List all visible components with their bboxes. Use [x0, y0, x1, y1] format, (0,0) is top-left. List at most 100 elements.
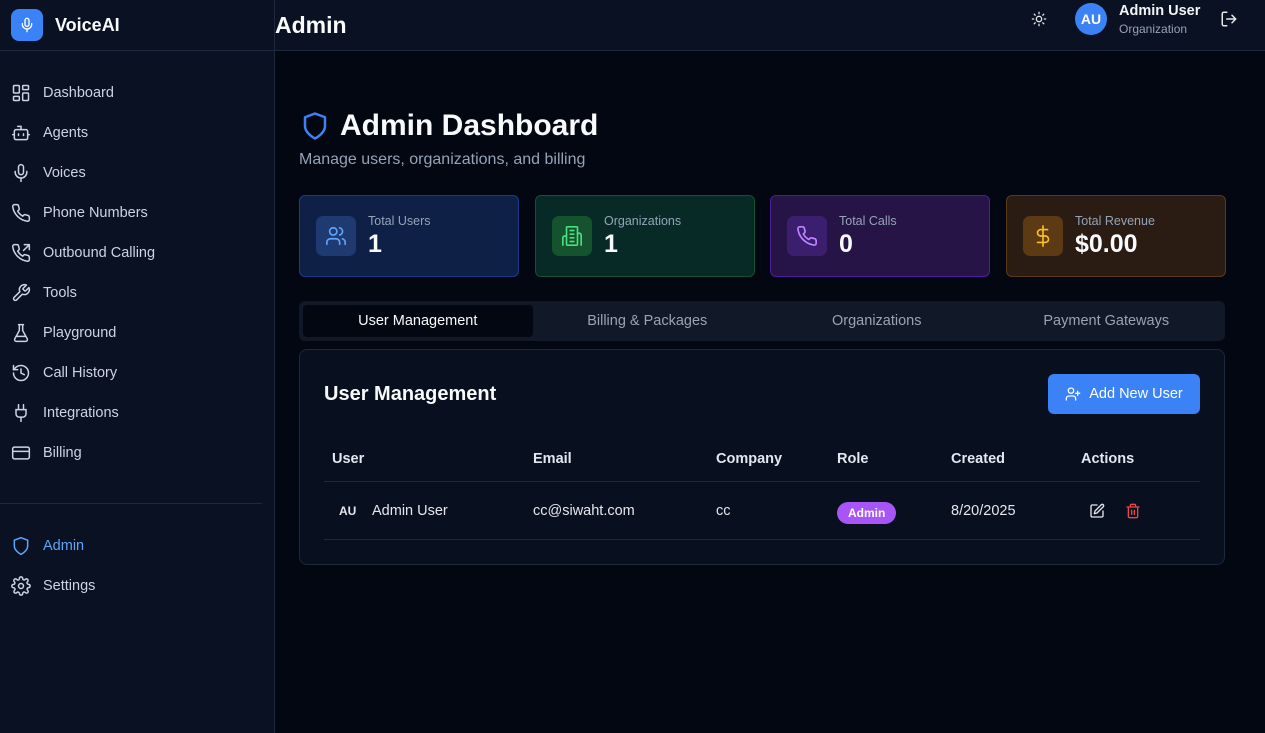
phone-icon [12, 203, 31, 222]
mic-icon [11, 9, 43, 41]
user-plus-icon [1065, 387, 1081, 401]
page-header: Admin Dashboard [300, 109, 598, 143]
sidebar-item-voices[interactable]: Voices [0, 153, 274, 193]
logout-icon [1221, 11, 1237, 27]
gear-icon [11, 576, 31, 596]
sidebar-bottom-nav: Admin Settings [0, 526, 274, 606]
table-row: AU Admin User cc@siwaht.com cc Admin 8/2… [324, 483, 1200, 540]
flask-icon [13, 323, 29, 343]
table-header: User Email Company Role Created Actions [324, 438, 1200, 482]
company-cell: cc [716, 503, 731, 519]
sidebar-item-dashboard[interactable]: Dashboard [0, 73, 274, 113]
add-user-label: Add New User [1089, 386, 1183, 402]
stat-value: 0 [839, 229, 853, 258]
sidebar-item-label: Voices [43, 165, 86, 181]
created-cell: 8/20/2025 [951, 503, 1016, 519]
sidebar-item-label: Phone Numbers [43, 205, 148, 221]
column-header-role: Role [837, 451, 869, 467]
theme-toggle-button[interactable] [1029, 9, 1049, 29]
building-icon [552, 216, 592, 256]
brand-name: VoiceAI [55, 14, 120, 35]
sidebar-item-outbound-calling[interactable]: Outbound Calling [0, 233, 274, 273]
user-org: Organization [1119, 22, 1188, 36]
tab-organizations[interactable]: Organizations [762, 305, 992, 337]
sidebar-item-phone-numbers[interactable]: Phone Numbers [0, 193, 274, 233]
email-cell: cc@siwaht.com [533, 503, 635, 519]
page-subtitle: Manage users, organizations, and billing [299, 151, 586, 168]
sidebar-item-label: Outbound Calling [43, 245, 156, 261]
phone-icon [787, 216, 827, 256]
column-header-actions: Actions [1081, 451, 1135, 467]
dollar-icon [1023, 216, 1063, 256]
topbar: Admin AU Admin User Organization [275, 0, 1265, 51]
sidebar-item-label: Agents [43, 125, 89, 141]
sidebar-item-label: Settings [43, 578, 96, 594]
stat-label: Total Users [368, 213, 431, 228]
tab-user-management[interactable]: User Management [303, 305, 533, 337]
sidebar-divider [0, 503, 262, 504]
stat-card-total-revenue: Total Revenue $0.00 [1006, 195, 1226, 277]
edit-icon [1090, 503, 1105, 518]
bot-icon [11, 125, 31, 141]
sidebar-item-label: Call History [43, 365, 118, 381]
card-title: User Management [324, 383, 497, 405]
column-header-company: Company [716, 451, 783, 467]
column-header-user: User [332, 451, 365, 467]
sidebar-item-label: Tools [43, 285, 77, 301]
plug-icon [15, 403, 27, 423]
avatar[interactable]: AU [1075, 3, 1107, 35]
user-name: Admin User [1119, 3, 1201, 19]
user-name-cell: Admin User [372, 503, 448, 519]
main-content: Admin Dashboard Manage users, organizati… [275, 51, 1265, 733]
stat-label: Total Calls [839, 213, 897, 228]
stat-card-organizations: Organizations 1 [535, 195, 755, 277]
sidebar-item-tools[interactable]: Tools [0, 273, 274, 313]
sidebar-item-call-history[interactable]: Call History [0, 353, 274, 393]
role-badge: Admin [837, 502, 897, 524]
sidebar-item-label: Billing [43, 445, 82, 461]
sidebar-nav: Dashboard Agents Voices Phone Numbers Ou… [0, 73, 274, 473]
sidebar-item-admin[interactable]: Admin [0, 526, 274, 566]
sun-icon [1031, 11, 1047, 27]
shield-icon [303, 112, 327, 140]
sidebar-item-label: Admin [43, 538, 85, 554]
sidebar-item-settings[interactable]: Settings [0, 566, 274, 606]
sidebar-item-billing[interactable]: Billing [0, 433, 274, 473]
avatar: AU [339, 504, 357, 518]
app-root: VoiceAI Dashboard Agents Voices Phone Nu… [0, 0, 1265, 733]
stat-label: Organizations [604, 213, 682, 228]
edit-user-button[interactable] [1089, 503, 1105, 519]
topbar-title: Admin [275, 11, 347, 38]
phone-outgoing-icon [12, 243, 31, 262]
wrench-icon [12, 283, 31, 302]
shield-icon [13, 536, 29, 556]
column-header-created: Created [951, 451, 1005, 467]
users-icon [316, 216, 356, 256]
user-management-card: User Management Add New User User Email … [299, 349, 1225, 565]
stat-card-total-calls: Total Calls 0 [770, 195, 990, 277]
page-title: Admin Dashboard [340, 109, 599, 142]
column-header-email: Email [533, 451, 572, 467]
history-icon [12, 364, 30, 382]
brand[interactable]: VoiceAI [0, 0, 274, 51]
tab-billing-packages[interactable]: Billing & Packages [533, 305, 763, 337]
sidebar-item-label: Dashboard [43, 85, 114, 101]
stat-label: Total Revenue [1075, 213, 1155, 228]
sidebar: VoiceAI Dashboard Agents Voices Phone Nu… [0, 0, 275, 733]
admin-tabs: User Management Billing & Packages Organ… [299, 301, 1225, 341]
sidebar-item-label: Playground [43, 325, 117, 341]
stat-card-total-users: Total Users 1 [299, 195, 519, 277]
credit-card-icon [11, 446, 31, 460]
mic-icon [14, 163, 28, 183]
logout-button[interactable] [1220, 10, 1238, 28]
sidebar-item-integrations[interactable]: Integrations [0, 393, 274, 433]
trash-icon [1126, 503, 1140, 519]
add-user-button[interactable]: Add New User [1048, 374, 1200, 414]
sidebar-item-agents[interactable]: Agents [0, 113, 274, 153]
layout-grid-icon [12, 84, 30, 102]
delete-user-button[interactable] [1125, 503, 1141, 519]
sidebar-item-label: Integrations [43, 405, 119, 421]
sidebar-item-playground[interactable]: Playground [0, 313, 274, 353]
stat-value: $0.00 [1075, 229, 1138, 258]
tab-payment-gateways[interactable]: Payment Gateways [992, 305, 1222, 337]
